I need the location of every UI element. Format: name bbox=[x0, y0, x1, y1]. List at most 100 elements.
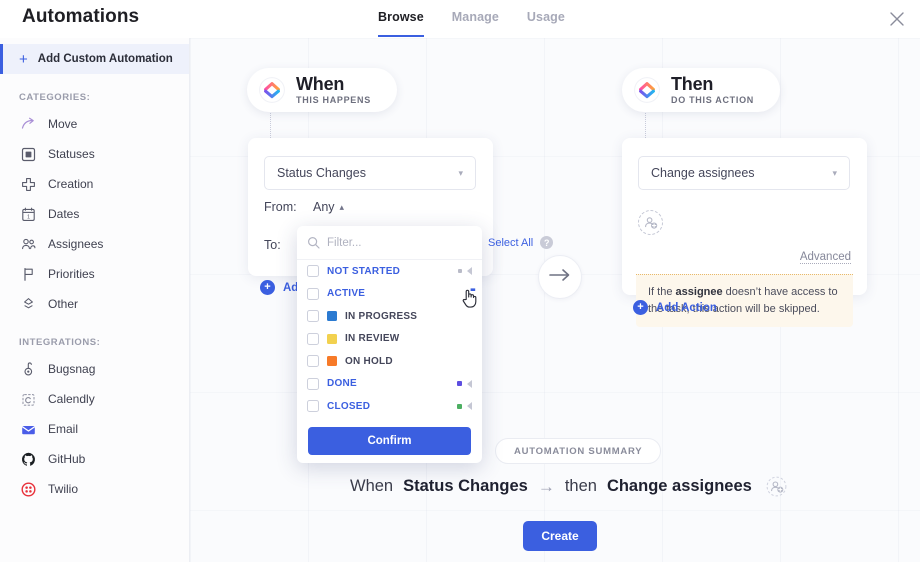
clickup-logo-icon bbox=[259, 77, 285, 103]
sidebar-item-bugsnag[interactable]: Bugsnag bbox=[0, 354, 189, 384]
then-pill: Then DO THIS ACTION bbox=[622, 68, 780, 112]
summary-when-word: When bbox=[350, 477, 394, 495]
status-option-in-review[interactable]: IN REVIEW bbox=[297, 328, 482, 351]
group-dot-icon bbox=[457, 381, 462, 387]
plus-circle-icon: + bbox=[260, 280, 275, 295]
categories-section-label: CATEGORIES: bbox=[19, 92, 91, 103]
sidebar-item-github[interactable]: GitHub bbox=[0, 444, 189, 474]
trigger-select[interactable]: Status Changes ▾ bbox=[264, 156, 476, 190]
select-all-button[interactable]: Select All bbox=[488, 237, 533, 249]
sidebar-item-email[interactable]: Email bbox=[0, 414, 189, 444]
checkbox[interactable] bbox=[307, 310, 319, 323]
sidebar-item-move[interactable]: Move bbox=[0, 109, 189, 139]
status-option-done[interactable]: DONE bbox=[297, 373, 482, 396]
sidebar-item-assignees[interactable]: Assignees bbox=[0, 229, 189, 259]
sidebar-item-label: Bugsnag bbox=[48, 362, 96, 376]
add-assignee-icon[interactable] bbox=[638, 210, 663, 235]
status-label: ON HOLD bbox=[345, 355, 393, 367]
add-action-button[interactable]: + Add Action bbox=[633, 300, 717, 315]
calendar-icon: 1 bbox=[20, 206, 37, 223]
status-color-swatch bbox=[327, 311, 337, 322]
sidebar-item-creation[interactable]: Creation bbox=[0, 169, 189, 199]
clickup-logo-icon bbox=[634, 77, 660, 103]
flow-arrow bbox=[538, 255, 582, 299]
group-dot-icon bbox=[458, 269, 462, 274]
sidebar-item-calendly[interactable]: Calendly bbox=[0, 384, 189, 414]
automation-summary-line: When Status Changes → then Change assign… bbox=[350, 476, 787, 497]
people-icon bbox=[20, 236, 37, 253]
filter-input[interactable] bbox=[327, 236, 481, 249]
status-label: NOT STARTED bbox=[327, 265, 401, 277]
then-card: Change assignees ▾ Advanced If the assig… bbox=[622, 138, 867, 328]
status-option-closed[interactable]: CLOSED bbox=[297, 395, 482, 418]
checkbox[interactable] bbox=[307, 400, 319, 413]
tab-manage[interactable]: Manage bbox=[452, 10, 499, 37]
summary-add-assignee-icon[interactable] bbox=[766, 476, 787, 497]
chevron-up-icon: ▴ bbox=[339, 201, 345, 212]
from-value: Any bbox=[313, 200, 335, 214]
collapse-arrow-icon[interactable] bbox=[467, 379, 472, 388]
collapse-arrow-icon[interactable] bbox=[467, 402, 472, 411]
summary-then-word: then bbox=[564, 477, 597, 495]
status-dropdown: Select All ? NOT STARTED ACTIVE IN PROGR… bbox=[297, 226, 554, 463]
status-option-on-hold[interactable]: ON HOLD bbox=[297, 350, 482, 373]
sidebar: + Add Custom Automation CATEGORIES: Move… bbox=[0, 38, 190, 562]
create-button[interactable]: Create bbox=[523, 521, 597, 551]
checkbox[interactable] bbox=[307, 287, 319, 300]
sidebar-item-label: Calendly bbox=[48, 392, 95, 406]
calendly-icon bbox=[20, 391, 37, 408]
sidebar-item-label: Dates bbox=[48, 207, 80, 221]
status-group-indicator[interactable] bbox=[457, 402, 472, 411]
checkbox[interactable] bbox=[307, 332, 319, 345]
summary-action: Change assignees bbox=[606, 477, 752, 495]
sidebar-item-label: Creation bbox=[48, 177, 94, 191]
twilio-icon bbox=[20, 481, 37, 498]
integrations-section-label: INTEGRATIONS: bbox=[19, 337, 101, 348]
from-value-button[interactable]: Any ▴ bbox=[313, 200, 344, 214]
sidebar-item-label: GitHub bbox=[48, 452, 86, 466]
svg-text:1: 1 bbox=[27, 214, 30, 220]
flag-icon bbox=[20, 266, 37, 283]
status-group-indicator[interactable] bbox=[458, 267, 472, 276]
confirm-button[interactable]: Confirm bbox=[308, 426, 471, 455]
status-option-active[interactable]: ACTIVE bbox=[297, 283, 482, 306]
sidebar-item-other[interactable]: Other bbox=[0, 289, 189, 319]
automation-summary-pill: AUTOMATION SUMMARY bbox=[495, 438, 662, 464]
tab-browse[interactable]: Browse bbox=[378, 10, 424, 37]
status-option-not-started[interactable]: NOT STARTED bbox=[297, 260, 482, 283]
sidebar-item-label: Move bbox=[48, 117, 78, 131]
sidebar-item-dates[interactable]: 1 Dates bbox=[0, 199, 189, 229]
status-square-icon bbox=[20, 146, 37, 163]
when-pill: When THIS HAPPENS bbox=[247, 68, 397, 112]
sidebar-item-priorities[interactable]: Priorities bbox=[0, 259, 189, 289]
checkbox[interactable] bbox=[307, 355, 319, 368]
tab-usage[interactable]: Usage bbox=[527, 10, 565, 37]
status-group-indicator[interactable] bbox=[457, 379, 472, 388]
when-pill-subtitle: THIS HAPPENS bbox=[296, 95, 371, 105]
top-bar: Automations Browse Manage Usage bbox=[0, 0, 920, 38]
sidebar-item-statuses[interactable]: Statuses bbox=[0, 139, 189, 169]
plus-circle-icon: + bbox=[633, 300, 648, 315]
sidebar-item-label: Statuses bbox=[48, 147, 95, 161]
advanced-link[interactable]: Advanced bbox=[799, 251, 851, 264]
checkbox[interactable] bbox=[307, 265, 319, 278]
add-action-label: Add Action bbox=[656, 301, 717, 314]
warning-text-bold: assignee bbox=[675, 286, 723, 298]
status-option-in-progress[interactable]: IN PROGRESS bbox=[297, 305, 482, 328]
status-label: ACTIVE bbox=[327, 288, 366, 300]
collapse-arrow-icon[interactable] bbox=[467, 267, 472, 276]
status-label: IN PROGRESS bbox=[345, 310, 418, 322]
checkbox[interactable] bbox=[307, 377, 319, 390]
move-arrow-icon bbox=[20, 116, 37, 133]
action-select[interactable]: Change assignees ▾ bbox=[638, 156, 850, 190]
close-icon[interactable] bbox=[886, 8, 908, 30]
then-pill-title: Then bbox=[671, 74, 714, 94]
chevron-down-icon: ▾ bbox=[832, 167, 837, 178]
to-label: To: bbox=[264, 238, 281, 252]
bugsnag-icon bbox=[20, 361, 37, 378]
status-color-swatch bbox=[327, 333, 337, 344]
sidebar-item-label: Other bbox=[48, 297, 79, 311]
add-custom-automation-button[interactable]: + Add Custom Automation bbox=[0, 44, 189, 74]
diamond-icon bbox=[20, 296, 37, 313]
sidebar-item-twilio[interactable]: Twilio bbox=[0, 474, 189, 504]
